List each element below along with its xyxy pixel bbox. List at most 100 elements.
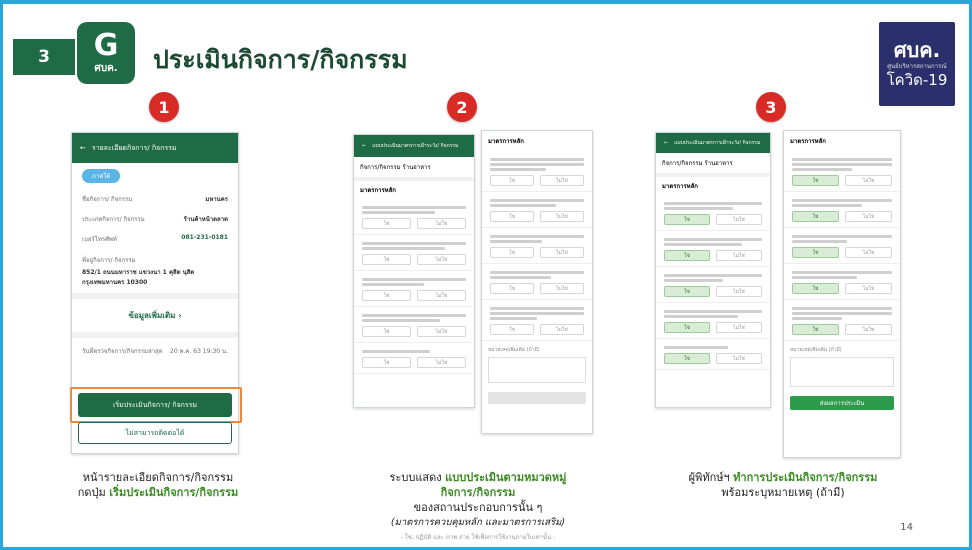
yes-option[interactable]: ใช่ [362, 326, 411, 337]
no-option[interactable]: ไม่ใช่ [845, 211, 892, 222]
submit-assessment-button[interactable]: ส่งผลการประเมิน [790, 396, 894, 410]
question-item: ใช่ ไม่ใช่ [656, 231, 770, 267]
question-item: ใช่ ไม่ใช่ [656, 339, 770, 370]
no-option[interactable]: ไม่ใช่ [540, 324, 584, 335]
submit-button-disabled[interactable] [488, 392, 586, 404]
question-item: ใช่ ไม่ใช่ [482, 300, 592, 341]
caption-step2: ระบบแสดง แบบประเมินตามหมวดหมู่ กิจการ/กิ… [343, 470, 613, 545]
yes-option-selected[interactable]: ใช่ [792, 175, 839, 186]
no-option[interactable]: ไม่ใช่ [540, 211, 584, 222]
question-item: ใช่ ไม่ใช่ [784, 192, 900, 228]
no-option[interactable]: ไม่ใช่ [716, 353, 762, 364]
note-field[interactable]: หมายเหตุเพิ่มเติม (ถ้ามี) [784, 341, 900, 392]
screen-assessment-filled: ← แบบประเมินมาตรการเฝ้าระวัง/ กิจกรรม กิจ… [655, 132, 771, 408]
no-option[interactable]: ไม่ใช่ [540, 283, 584, 294]
caption3-line2: พร้อมระบุหมายเหตุ (ถ้ามี) [721, 486, 845, 499]
start-assessment-button[interactable]: เริ่มประเมินกิจการ/ กิจกรรม [78, 393, 232, 417]
logo-g-icon: G [93, 27, 119, 63]
region-chip: ภาคใต้ [82, 169, 121, 183]
address-value: 852/1 ถนนมหาราช แขวงนา 1 คุสิต นุสิต กรุ… [82, 269, 195, 286]
caption-step1: หน้ารายละเอียดกิจการ/กิจกรรม กดปุ่ม เริ่… [43, 470, 273, 500]
yes-option[interactable]: ใช่ [362, 254, 411, 265]
yes-option[interactable]: ใช่ [362, 290, 411, 301]
caption2-line4: (มาตรการควบคุมหลัก และมาตรการเสริม) [390, 517, 566, 528]
back-arrow-icon[interactable]: ← [362, 143, 366, 149]
question-item: ใช่ ไม่ใช่ [482, 264, 592, 300]
no-option[interactable]: ไม่ใช่ [417, 218, 466, 229]
no-option[interactable]: ไม่ใช่ [845, 175, 892, 186]
question-item: ใช่ ไม่ใช่ [784, 151, 900, 192]
question-item: ใช่ ไม่ใช่ [354, 343, 474, 374]
no-option[interactable]: ไม่ใช่ [716, 286, 762, 297]
screen1-bar-title: รายละเอียดกิจการ/ กิจกรรม [91, 143, 177, 152]
no-option[interactable]: ไม่ใช่ [716, 214, 762, 225]
address-label: ที่อยู่กิจการ/ กิจกรรม [82, 257, 136, 264]
yes-option[interactable]: ใช่ [490, 175, 534, 186]
no-option[interactable]: ไม่ใช่ [417, 357, 466, 368]
brand-logo: ศบค. ศูนย์บริหารสถานการณ์ โควิด-19 [879, 22, 955, 106]
address-block: ที่อยู่กิจการ/ กิจกรรม 852/1 ถนนมหาราช แ… [72, 249, 238, 293]
brand-line3: โควิด-19 [886, 71, 948, 89]
no-option[interactable]: ไม่ใช่ [540, 175, 584, 186]
yes-option[interactable]: ใช่ [362, 357, 411, 368]
screen2-topbar: ← แบบประเมินมาตรการเฝ้าระวัง/ กิจกรรม [354, 135, 474, 157]
page-number: 14 [900, 522, 913, 533]
yes-option[interactable]: ใช่ [490, 324, 534, 335]
more-info-link[interactable]: ข้อมูลเพิ่มเติม › [72, 293, 238, 332]
detail-row: ประเภทกิจการ/ กิจกรรม ร้านค้าหน้าตลาด [82, 216, 228, 223]
no-option[interactable]: ไม่ใช่ [716, 250, 762, 261]
question-item: ใช่ ไม่ใช่ [354, 307, 474, 343]
yes-option[interactable]: ใช่ [490, 211, 534, 222]
screen2b-section-title: มาตรการหลัก [488, 138, 524, 145]
back-arrow-icon[interactable]: ← [80, 144, 86, 152]
question-item: ใช่ ไม่ใช่ [482, 228, 592, 264]
no-option[interactable]: ไม่ใช่ [417, 326, 466, 337]
yes-option-selected[interactable]: ใช่ [664, 322, 710, 333]
note-field[interactable]: หมายเหตุเพิ่มเติม (ถ้ามี) [482, 341, 592, 388]
caption2-line2: กิจการ/กิจกรรม [440, 486, 516, 499]
yes-option-selected[interactable]: ใช่ [664, 214, 710, 225]
brand-line2: ศูนย์บริหารสถานการณ์ [887, 63, 947, 70]
screen3b-section-title: มาตรการหลัก [790, 138, 826, 145]
no-option[interactable]: ไม่ใช่ [845, 283, 892, 294]
yes-option-selected[interactable]: ใช่ [792, 247, 839, 258]
question-item: ใช่ ไม่ใช่ [784, 228, 900, 264]
question-item: ใช่ ไม่ใช่ [354, 271, 474, 307]
caption2-footnote: - ใช่, ปฏิบัติ และ ภาพ ถ่าย ใช้เพื่อการใ… [400, 534, 556, 541]
no-option[interactable]: ไม่ใช่ [845, 247, 892, 258]
caption3-line1: ผู้พิทักษ์ฯ ทำการประเมินกิจการ/กิจกรรม [688, 471, 878, 484]
no-option[interactable]: ไม่ใช่ [845, 324, 892, 335]
step-badge-1: 1 [149, 92, 179, 122]
caption1-line1: หน้ารายละเอียดกิจการ/กิจกรรม [82, 471, 234, 484]
yes-option-selected[interactable]: ใช่ [664, 353, 710, 364]
question-item: ใช่ ไม่ใช่ [354, 199, 474, 235]
screen-assessment-form: ← แบบประเมินมาตรการเฝ้าระวัง/ กิจกรรม กิจ… [353, 134, 475, 408]
no-option[interactable]: ไม่ใช่ [716, 322, 762, 333]
step-badge-2: 2 [447, 92, 477, 122]
no-option[interactable]: ไม่ใช่ [540, 247, 584, 258]
no-option[interactable]: ไม่ใช่ [417, 290, 466, 301]
yes-option-selected[interactable]: ใช่ [792, 283, 839, 294]
detail-row: เบอร์โทรศัพท์ 081-231-0181 [82, 234, 228, 243]
no-option[interactable]: ไม่ใช่ [417, 254, 466, 265]
screen2-subtitle: กิจการ/กิจกรรม ร้านอาหาร [354, 157, 474, 181]
question-item: ใช่ ไม่ใช่ [656, 303, 770, 339]
yes-option-selected[interactable]: ใช่ [664, 250, 710, 261]
screen2-section-title: มาตรการหลัก [360, 187, 396, 194]
yes-option[interactable]: ใช่ [362, 218, 411, 229]
caption2-line1: ระบบแสดง แบบประเมินตามหมวดหมู่ [389, 471, 567, 484]
question-item: ใช่ ไม่ใช่ [482, 192, 592, 228]
back-arrow-icon[interactable]: ← [664, 140, 668, 146]
yes-option[interactable]: ใช่ [490, 283, 534, 294]
caption1-line2: กดปุ่ม เริ่มประเมินกิจการ/กิจกรรม [77, 486, 239, 499]
cannot-contact-button[interactable]: ไม่สามารถติดต่อได้ [78, 422, 232, 444]
caption-step3: ผู้พิทักษ์ฯ ทำการประเมินกิจการ/กิจกรรม พ… [633, 470, 933, 500]
yes-option-selected[interactable]: ใช่ [664, 286, 710, 297]
question-item: ใช่ ไม่ใช่ [482, 151, 592, 192]
screen3-section-title: มาตรการหลัก [662, 183, 698, 190]
screen-assessment-filled-cont: มาตรการหลัก ใช่ ไม่ใช่ ใช่ ไม่ใช่ ใช่ ไม่ใช… [783, 130, 901, 458]
detail-row: ชื่อกิจการ/ กิจกรรม มหานคร [82, 196, 228, 203]
yes-option[interactable]: ใช่ [490, 247, 534, 258]
yes-option-selected[interactable]: ใช่ [792, 324, 839, 335]
yes-option-selected[interactable]: ใช่ [792, 211, 839, 222]
